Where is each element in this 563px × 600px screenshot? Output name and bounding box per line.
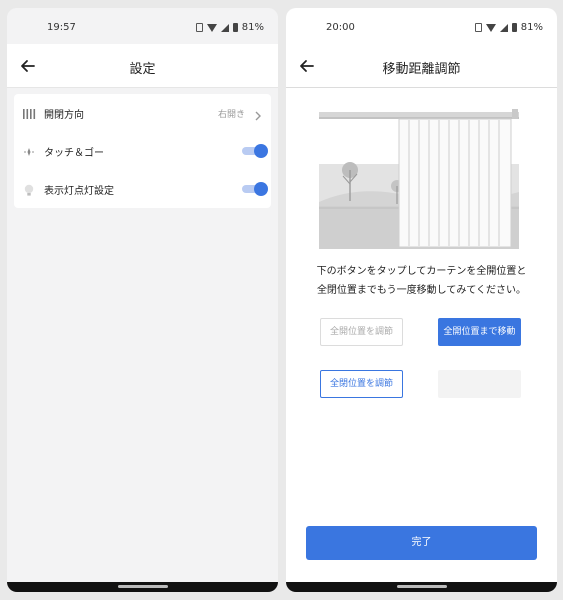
app-bar: 移動距離調節 bbox=[286, 44, 557, 88]
system-nav-bar bbox=[286, 582, 557, 592]
status-time: 19:57 bbox=[47, 22, 76, 33]
wifi-icon bbox=[206, 23, 217, 32]
battery-percent: 81% bbox=[241, 22, 264, 33]
move-close-button[interactable]: 全閉位置まで移動 bbox=[438, 370, 521, 398]
adjust-open-button[interactable]: 全開位置を調節 bbox=[320, 318, 403, 346]
settings-list: 開閉方向 右開き タッチ＆ゴー 表示灯点灯設定 bbox=[14, 94, 271, 208]
instruction-text: 下のボタンをタップしてカーテンを全開位置と 全閉位置までもう一度移動してみてくだ… bbox=[296, 262, 547, 300]
battery-icon bbox=[232, 23, 238, 32]
page-title: 移動距離調節 bbox=[382, 62, 461, 77]
move-open-button[interactable]: 全開位置まで移動 bbox=[438, 318, 521, 346]
setting-indicator-light[interactable]: 表示灯点灯設定 bbox=[14, 170, 271, 208]
lightbulb-icon bbox=[22, 182, 36, 196]
status-icons: 81% bbox=[474, 22, 543, 33]
setting-value: 右開き bbox=[217, 109, 245, 120]
vibrate-icon bbox=[195, 23, 203, 32]
status-icons: 81% bbox=[195, 22, 264, 33]
vibrate-icon bbox=[474, 23, 482, 32]
setting-label: タッチ＆ゴー bbox=[44, 147, 104, 159]
setting-open-direction[interactable]: 開閉方向 右開き bbox=[14, 94, 271, 132]
toggle-knob bbox=[254, 182, 268, 196]
signal-icon bbox=[220, 23, 229, 32]
settings-screen: 19:57 81% 設定 開閉方向 右開き タッチ＆ゴー 表示灯点灯設定 bbox=[7, 8, 278, 592]
toggle-knob bbox=[254, 144, 268, 158]
status-bar: 19:57 81% bbox=[7, 8, 278, 44]
done-button[interactable]: 完了 bbox=[306, 526, 537, 560]
touch-go-icon bbox=[22, 144, 36, 158]
curtain-illustration bbox=[319, 104, 519, 249]
battery-percent: 81% bbox=[520, 22, 543, 33]
indicator-light-toggle[interactable] bbox=[242, 182, 268, 196]
instruction-line-1: 下のボタンをタップしてカーテンを全開位置と bbox=[316, 266, 527, 277]
setting-touch-go[interactable]: タッチ＆ゴー bbox=[14, 132, 271, 170]
system-nav-bar bbox=[7, 582, 278, 592]
battery-icon bbox=[511, 23, 517, 32]
curtain-direction-icon bbox=[22, 106, 36, 120]
wifi-icon bbox=[485, 23, 496, 32]
setting-label: 表示灯点灯設定 bbox=[44, 185, 114, 197]
setting-label: 開閉方向 bbox=[44, 109, 84, 121]
status-bar: 20:00 81% bbox=[286, 8, 557, 44]
signal-icon bbox=[499, 23, 508, 32]
page-title: 設定 bbox=[129, 62, 156, 77]
chevron-right-icon bbox=[253, 107, 263, 121]
status-time: 20:00 bbox=[326, 22, 355, 33]
adjust-close-button[interactable]: 全閉位置を調節 bbox=[320, 370, 403, 398]
instruction-line-2: 全閉位置までもう一度移動してみてください。 bbox=[316, 285, 527, 296]
home-indicator[interactable] bbox=[396, 585, 447, 588]
home-indicator[interactable] bbox=[117, 585, 168, 588]
app-bar: 設定 bbox=[7, 44, 278, 88]
distance-adjust-screen: 20:00 81% 移動距離調節 下のボタンをタップしてカーテンを全開位置と 全… bbox=[286, 8, 557, 592]
touch-go-toggle[interactable] bbox=[242, 144, 268, 158]
